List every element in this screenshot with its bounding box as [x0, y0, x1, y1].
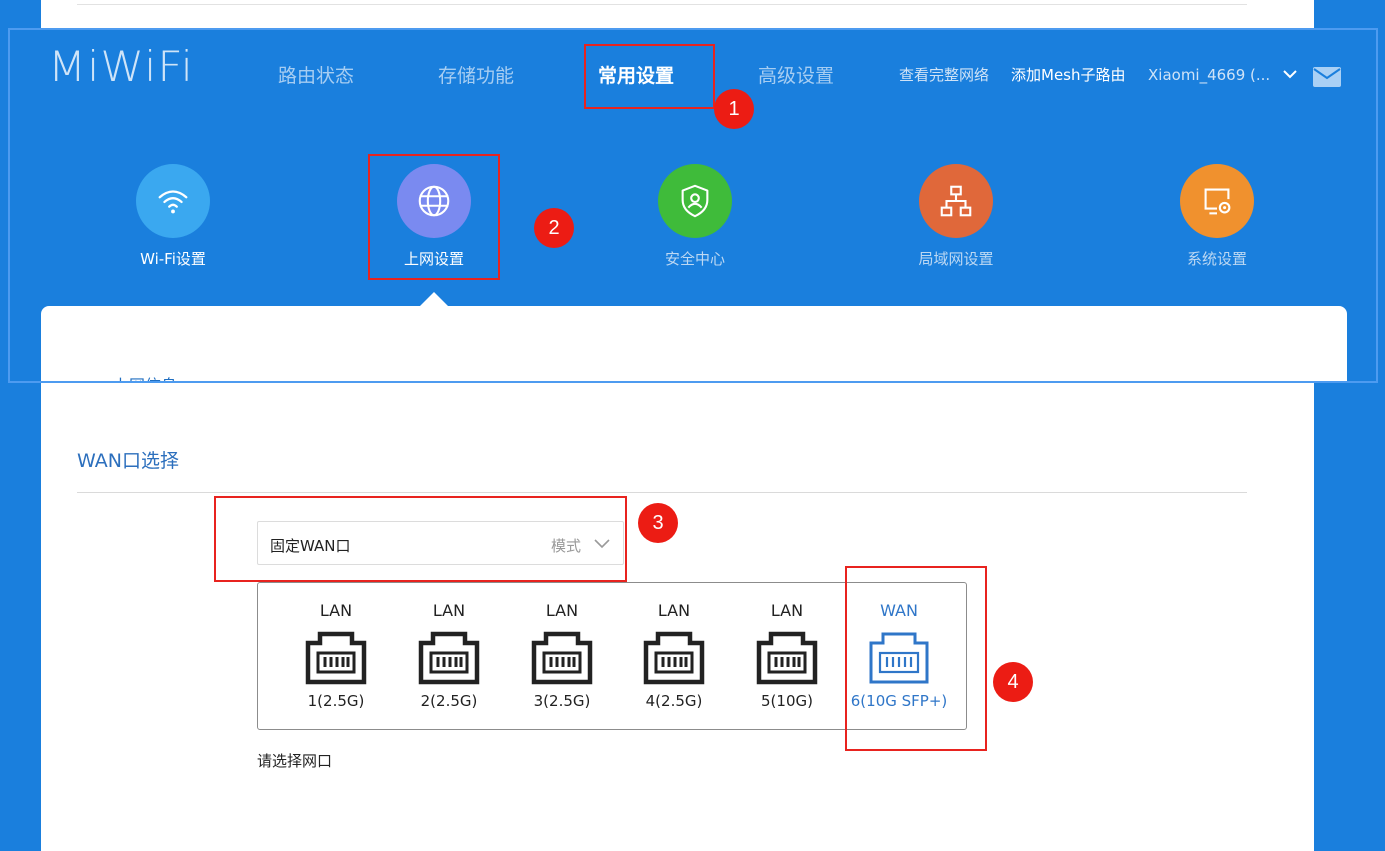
port-type: LAN — [432, 601, 466, 620]
annotation-badge-4: 4 — [993, 662, 1033, 702]
logo: MiWiFi — [48, 42, 194, 91]
network-icon — [940, 185, 972, 217]
tile-label-system[interactable]: 系统设置 — [1137, 248, 1297, 269]
ethernet-port-icon — [756, 631, 818, 685]
divider — [77, 4, 1247, 5]
port-2[interactable]: LAN 2(2.5G) — [394, 601, 504, 711]
chevron-down-icon[interactable] — [1283, 69, 1297, 79]
port-name: 3(2.5G) — [533, 692, 591, 710]
security-center-tile[interactable] — [658, 164, 732, 238]
port-4[interactable]: LAN 4(2.5G) — [619, 601, 729, 711]
system-settings-icon — [1204, 188, 1231, 215]
ethernet-port-icon — [643, 631, 705, 685]
port-5[interactable]: LAN 5(10G) — [732, 601, 842, 711]
lan-settings-tile[interactable] — [919, 164, 993, 238]
system-settings-tile[interactable] — [1180, 164, 1254, 238]
active-tile-caret — [420, 292, 448, 306]
port-3[interactable]: LAN 3(2.5G) — [507, 601, 617, 711]
internet-info-heading: 上网信息 — [113, 372, 177, 381]
tile-label-security[interactable]: 安全中心 — [615, 248, 775, 269]
section-divider — [77, 492, 1247, 493]
annotation-box-3 — [214, 496, 627, 582]
nav-advanced-settings[interactable]: 高级设置 — [758, 63, 834, 89]
annotation-badge-1: 1 — [714, 89, 754, 129]
port-type: LAN — [545, 601, 579, 620]
add-mesh-link[interactable]: 添加Mesh子路由 — [1011, 65, 1126, 85]
select-port-hint: 请选择网口 — [257, 752, 333, 770]
annotation-box-2 — [368, 154, 500, 280]
port-name: 2(2.5G) — [420, 692, 478, 710]
port-type: LAN — [657, 601, 691, 620]
annotation-badge-2: 2 — [534, 208, 574, 248]
annotation-box-4 — [845, 566, 987, 751]
annotation-box-1 — [584, 44, 715, 109]
wifi-settings-tile[interactable] — [136, 164, 210, 238]
wifi-icon — [158, 190, 188, 214]
device-name-dropdown[interactable]: Xiaomi_4669 (... — [1148, 65, 1270, 85]
shield-icon — [681, 184, 709, 218]
ethernet-port-icon — [531, 631, 593, 685]
port-name: 4(2.5G) — [645, 692, 703, 710]
ethernet-port-icon — [305, 631, 367, 685]
port-type: LAN — [319, 601, 353, 620]
view-full-network-link[interactable]: 查看完整网络 — [899, 65, 989, 85]
content-panel: 上网信息 — [41, 306, 1347, 381]
port-1[interactable]: LAN 1(2.5G) — [281, 601, 391, 711]
wan-section-title: WAN口选择 — [77, 450, 179, 472]
port-name: 1(2.5G) — [307, 692, 365, 710]
annotation-badge-3: 3 — [638, 503, 678, 543]
nav-router-status[interactable]: 路由状态 — [278, 63, 354, 89]
port-name: 5(10G) — [761, 692, 813, 710]
tile-label-wifi[interactable]: Wi-Fi设置 — [93, 248, 253, 269]
ethernet-port-icon — [418, 631, 480, 685]
nav-storage[interactable]: 存储功能 — [438, 63, 514, 89]
mail-icon[interactable] — [1312, 66, 1342, 88]
tile-label-lan[interactable]: 局域网设置 — [876, 248, 1036, 269]
port-type: LAN — [770, 601, 804, 620]
